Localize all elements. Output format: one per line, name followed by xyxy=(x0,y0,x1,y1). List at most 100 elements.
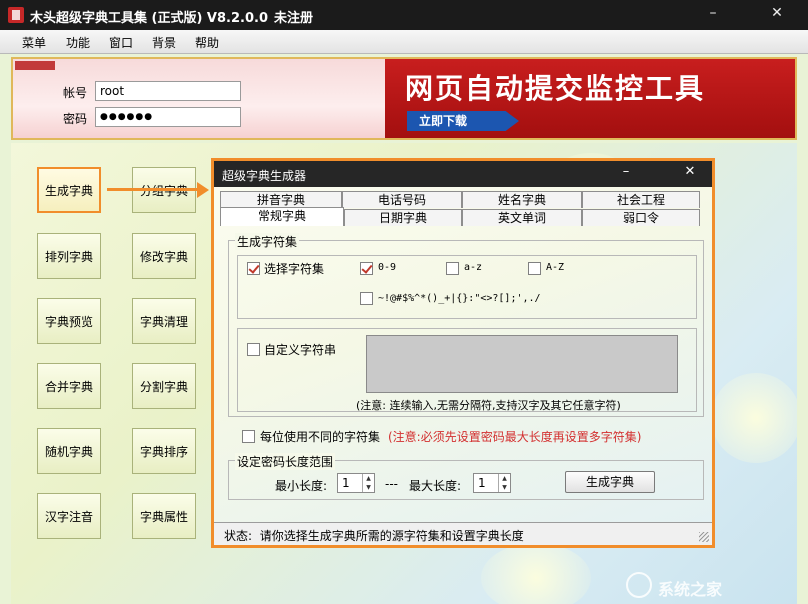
button-label: 随机字典 xyxy=(44,444,93,459)
button-label: 分割字典 xyxy=(139,379,188,394)
charset-group: 生成字符集 选择字符集 0-9 a-z A-Z ~!@#$%^*()_+|{}:… xyxy=(228,233,704,417)
watermark-logo-icon xyxy=(626,572,652,598)
max-length-spinner[interactable]: 1 ▲ ▼ xyxy=(473,473,511,493)
menu-item-menu[interactable]: 菜单 xyxy=(22,34,46,51)
uppercase-checkbox[interactable] xyxy=(528,262,541,275)
ad-banner[interactable]: 网页自动提交监控工具 立即下载 xyxy=(385,59,795,138)
generate-button[interactable]: 生成字典 xyxy=(565,471,655,493)
status-text: 状态: 请你选择生成字典所需的源字符集和设置字典长度 xyxy=(224,527,524,544)
button-label: 字典属性 xyxy=(139,509,188,524)
flower-decoration xyxy=(711,373,797,463)
button-label: 修改字典 xyxy=(139,249,188,264)
account-input[interactable]: root xyxy=(95,81,241,101)
select-charset-label: 选择字符集 xyxy=(264,262,325,276)
random-dictionary-button[interactable]: 随机字典 xyxy=(37,428,101,474)
tab-english-words[interactable]: 英文单词 xyxy=(462,209,582,226)
status-label: 状态: xyxy=(224,529,253,543)
custom-string-checkbox[interactable] xyxy=(247,343,260,356)
digits-checkbox[interactable] xyxy=(360,262,373,275)
button-label: 生成字典 xyxy=(44,183,93,198)
button-label: 排列字典 xyxy=(44,249,93,264)
account-label: 帐号 xyxy=(63,86,88,100)
watermark: 系统之家 xyxy=(626,572,802,600)
dictionary-generator-dialog: 超级字典生成器 – ✕ 拼音字典 电话号码 姓名字典 社会工程 常规字典 日期字… xyxy=(211,158,715,548)
registration-status: 未注册 xyxy=(274,11,314,26)
button-label: 字典清理 xyxy=(139,314,188,329)
title-bar: 木头超级字典工具集 (正式版) V8.2.0.0 未注册 – ✕ xyxy=(0,0,808,30)
merge-dictionary-button[interactable]: 合并字典 xyxy=(37,363,101,409)
min-length-value: 1 xyxy=(342,476,350,490)
length-separator: --- xyxy=(385,477,398,491)
flower-decoration xyxy=(481,543,591,604)
min-length-label: 最小长度: xyxy=(275,479,328,493)
app-icon xyxy=(8,7,24,23)
lowercase-label: a-z xyxy=(464,262,483,273)
minimize-icon[interactable]: – xyxy=(700,2,726,26)
window-title: 木头超级字典工具集 (正式版) V8.2.0.0 xyxy=(30,11,268,26)
password-label: 密码 xyxy=(63,112,88,126)
custom-string-note: (注意: 连续输入,无需分隔符,支持汉字及其它任意字符) xyxy=(356,399,621,412)
sort-dictionary-button[interactable]: 字典排序 xyxy=(132,428,196,474)
logo-icon xyxy=(15,61,55,70)
generate-dictionary-button[interactable]: 生成字典 xyxy=(37,167,101,213)
custom-string-textarea[interactable] xyxy=(366,335,678,393)
spinner-arrows-icon[interactable]: ▲ ▼ xyxy=(362,474,374,492)
charset-select-box: 选择字符集 0-9 a-z A-Z ~!@#$%^*()_+|{}:"<>?[]… xyxy=(237,255,697,319)
tab-pinyin[interactable]: 拼音字典 xyxy=(220,191,342,208)
split-dictionary-button[interactable]: 分割字典 xyxy=(132,363,196,409)
symbols-checkbox[interactable] xyxy=(360,292,373,305)
modify-dictionary-button[interactable]: 修改字典 xyxy=(132,233,196,279)
password-input[interactable]: ●●●●●● xyxy=(95,107,241,127)
per-position-charset-checkbox[interactable] xyxy=(242,430,255,443)
button-label: 合并字典 xyxy=(44,379,93,394)
resize-grip-icon[interactable] xyxy=(699,532,709,542)
max-length-label: 最大长度: xyxy=(409,479,462,493)
button-label: 字典排序 xyxy=(139,444,188,459)
menu-item-window[interactable]: 窗口 xyxy=(109,34,133,51)
status-bar: 状态: 请你选择生成字典所需的源字符集和设置字典长度 xyxy=(214,522,712,545)
select-charset-checkbox[interactable] xyxy=(247,262,260,275)
menu-item-background[interactable]: 背景 xyxy=(152,34,176,51)
lowercase-checkbox[interactable] xyxy=(446,262,459,275)
length-range-group: 设定密码长度范围 最小长度: 1 ▲ ▼ --- 最大长度: 1 ▲ ▼ 生成字典 xyxy=(228,453,704,500)
symbols-label: ~!@#$%^*()_+|{}:"<>?[];',./ xyxy=(378,293,541,304)
arrow-right-icon xyxy=(197,182,209,198)
custom-charset-box: 自定义字符串 (注意: 连续输入,无需分隔符,支持汉字及其它任意字符) xyxy=(237,328,697,412)
custom-string-label: 自定义字符串 xyxy=(264,343,337,357)
preview-dictionary-button[interactable]: 字典预览 xyxy=(37,298,101,344)
minimize-icon[interactable]: – xyxy=(618,164,634,179)
dictionary-properties-button[interactable]: 字典属性 xyxy=(132,493,196,539)
button-label: 汉字注音 xyxy=(44,509,93,524)
download-button[interactable]: 立即下载 xyxy=(407,111,519,131)
tab-date[interactable]: 日期字典 xyxy=(344,209,462,226)
min-length-spinner[interactable]: 1 ▲ ▼ xyxy=(337,473,375,493)
tab-social-engineering[interactable]: 社会工程 xyxy=(582,191,700,208)
watermark-text: 系统之家 xyxy=(658,580,723,599)
charset-group-title: 生成字符集 xyxy=(235,233,300,250)
menu-bar: 菜单 功能 窗口 背景 帮助 xyxy=(0,30,808,54)
menu-item-help[interactable]: 帮助 xyxy=(195,34,219,51)
clean-dictionary-button[interactable]: 字典清理 xyxy=(132,298,196,344)
ad-headline: 网页自动提交监控工具 xyxy=(405,72,706,105)
arrow-line xyxy=(107,188,199,191)
per-position-charset-label: 每位使用不同的字符集 xyxy=(260,430,381,444)
uppercase-label: A-Z xyxy=(546,262,565,273)
per-position-note: (注意:必须先设置密码最大长度再设置多字符集) xyxy=(388,430,642,444)
tab-name[interactable]: 姓名字典 xyxy=(462,191,582,208)
menu-item-function[interactable]: 功能 xyxy=(66,34,90,51)
tab-phone[interactable]: 电话号码 xyxy=(342,191,462,208)
spinner-arrows-icon[interactable]: ▲ ▼ xyxy=(498,474,510,492)
length-range-title: 设定密码长度范围 xyxy=(235,453,336,470)
tab-weak-password[interactable]: 弱口令 xyxy=(582,209,700,226)
dialog-title-bar: 超级字典生成器 – ✕ xyxy=(214,161,712,187)
status-message: 请你选择生成字典所需的源字符集和设置字典长度 xyxy=(259,529,524,543)
dialog-body: 拼音字典 电话号码 姓名字典 社会工程 常规字典 日期字典 英文单词 弱口令 生… xyxy=(214,187,712,522)
pinyin-annotation-button[interactable]: 汉字注音 xyxy=(37,493,101,539)
permute-dictionary-button[interactable]: 排列字典 xyxy=(37,233,101,279)
tab-general[interactable]: 常规字典 xyxy=(220,207,344,226)
digits-label: 0-9 xyxy=(378,262,397,273)
banner: 帐号 root 密码 ●●●●●● 网页自动提交监控工具 立即下载 xyxy=(11,57,797,140)
button-label: 字典预览 xyxy=(44,314,93,329)
close-icon[interactable]: ✕ xyxy=(682,164,698,179)
close-icon[interactable]: ✕ xyxy=(764,2,790,26)
